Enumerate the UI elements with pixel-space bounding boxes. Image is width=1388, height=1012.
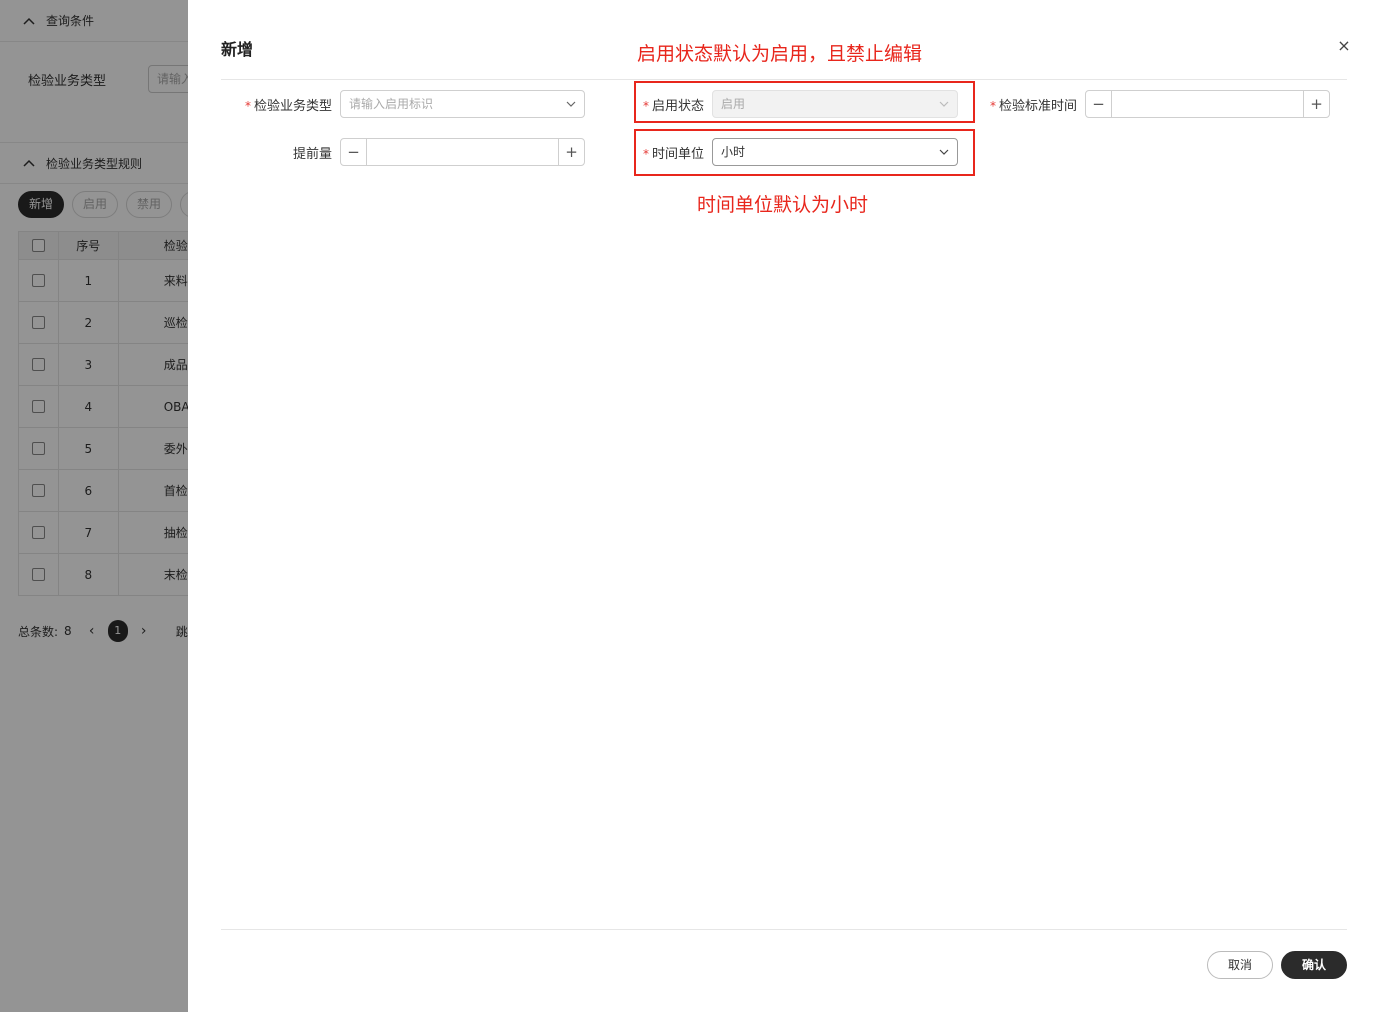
- chevron-down-icon: [566, 101, 576, 107]
- plus-icon[interactable]: +: [558, 139, 584, 165]
- required-mark: *: [643, 146, 649, 161]
- annotation-time-unit: 时间单位默认为小时: [697, 194, 869, 216]
- standard-time-label: * 检验标准时间: [990, 98, 1078, 114]
- lead-amount-label: 提前量: [292, 146, 332, 162]
- divider: [221, 79, 1347, 80]
- time-unit-select[interactable]: 小时: [712, 138, 959, 166]
- enable-status-select: 启用: [712, 90, 959, 118]
- cancel-button[interactable]: 取消: [1207, 951, 1273, 979]
- chevron-down-icon: [939, 149, 949, 155]
- lead-amount-stepper[interactable]: − +: [340, 138, 585, 166]
- confirm-button[interactable]: 确认: [1281, 951, 1347, 979]
- standard-time-stepper[interactable]: − +: [1085, 90, 1331, 118]
- chevron-down-icon: [939, 101, 949, 107]
- required-mark: *: [244, 98, 251, 113]
- field-time-unit: * 时间单位 小时: [643, 138, 959, 166]
- minus-icon[interactable]: −: [341, 139, 367, 165]
- enable-status-label: * 启用状态: [643, 98, 705, 114]
- time-unit-label: * 时间单位: [643, 146, 705, 162]
- required-mark: *: [643, 98, 649, 113]
- divider: [221, 929, 1347, 930]
- plus-icon[interactable]: +: [1303, 91, 1329, 117]
- field-enable-status: * 启用状态 启用: [643, 90, 959, 118]
- field-lead-amount: 提前量 − +: [239, 138, 585, 166]
- minus-icon[interactable]: −: [1086, 91, 1113, 117]
- required-mark: *: [990, 98, 996, 113]
- close-icon[interactable]: ×: [1334, 36, 1354, 56]
- inspection-type-label: * 检验业务类型: [244, 98, 332, 114]
- standard-time-input[interactable]: [1112, 91, 1303, 117]
- dialog-title: 新增: [221, 40, 254, 59]
- add-dialog: 新增 × 启用状态默认为启用，且禁止编辑 * 检验业务类型 请输入启用标识 * 启用…: [188, 0, 1388, 1012]
- lead-amount-input[interactable]: [367, 139, 558, 165]
- inspection-type-select[interactable]: 请输入启用标识: [340, 90, 585, 118]
- annotation-enable-status: 启用状态默认为启用，且禁止编辑: [637, 43, 923, 65]
- field-inspection-type: * 检验业务类型 请输入启用标识: [239, 90, 585, 118]
- field-standard-time: * 检验标准时间 − +: [990, 90, 1331, 118]
